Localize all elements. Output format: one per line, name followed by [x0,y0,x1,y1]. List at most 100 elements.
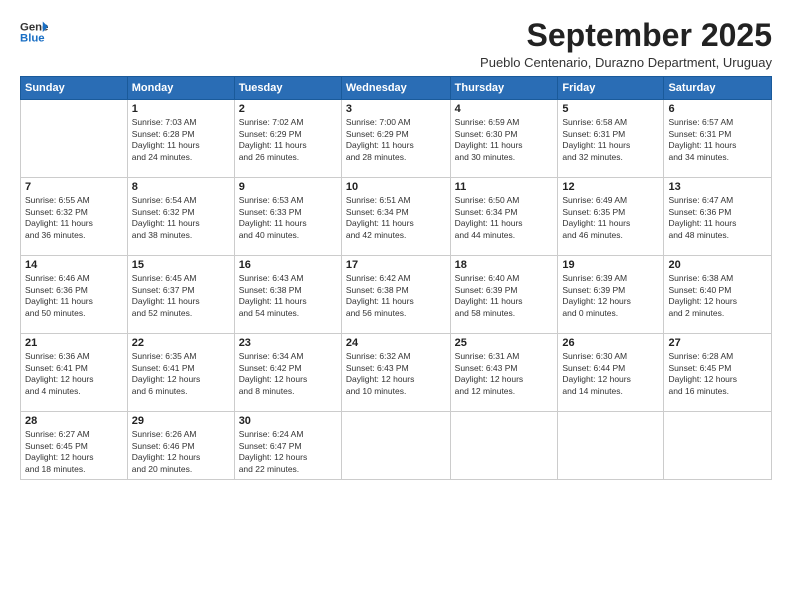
table-row: 4 Sunrise: 6:59 AM Sunset: 6:30 PM Daylig… [450,100,558,178]
day-number: 27 [668,337,767,349]
day-number: 15 [132,259,230,271]
day-number: 12 [562,181,659,193]
day-number: 8 [132,181,230,193]
table-row: 16 Sunrise: 6:43 AM Sunset: 6:38 PM Dayli… [234,256,341,334]
day-number: 22 [132,337,230,349]
day-number: 21 [25,337,123,349]
day-number: 1 [132,103,230,115]
day-info: Sunrise: 6:30 AM Sunset: 6:44 PM Dayligh… [562,351,659,397]
day-number: 10 [346,181,446,193]
day-number: 9 [239,181,337,193]
day-info: Sunrise: 6:58 AM Sunset: 6:31 PM Dayligh… [562,117,659,163]
week-row: 28 Sunrise: 6:27 AM Sunset: 6:45 PM Dayli… [21,412,772,480]
table-row: 9 Sunrise: 6:53 AM Sunset: 6:33 PM Daylig… [234,178,341,256]
table-row: 20Sunrise: 6:38 AM Sunset: 6:40 PM Dayli… [664,256,772,334]
day-info: Sunrise: 6:53 AM Sunset: 6:33 PM Dayligh… [239,195,337,241]
day-number: 28 [25,415,123,427]
table-row: 10 Sunrise: 6:51 AM Sunset: 6:34 PM Dayli… [341,178,450,256]
title-block: September 2025 Pueblo Centenario, Durazn… [480,18,772,70]
day-info: Sunrise: 6:24 AM Sunset: 6:47 PM Dayligh… [239,429,337,475]
table-row: 18Sunrise: 6:40 AM Sunset: 6:39 PM Dayli… [450,256,558,334]
table-row [341,412,450,480]
day-number: 18 [455,259,554,271]
day-info: Sunrise: 6:42 AM Sunset: 6:38 PM Dayligh… [346,273,446,319]
day-info: Sunrise: 6:28 AM Sunset: 6:45 PM Dayligh… [668,351,767,397]
day-info: Sunrise: 6:49 AM Sunset: 6:35 PM Dayligh… [562,195,659,241]
table-row: 21 Sunrise: 6:36 AM Sunset: 6:41 PM Dayli… [21,334,128,412]
day-number: 24 [346,337,446,349]
day-number: 3 [346,103,446,115]
day-number: 2 [239,103,337,115]
table-row [558,412,664,480]
day-number: 30 [239,415,337,427]
day-number: 23 [239,337,337,349]
day-number: 4 [455,103,554,115]
table-row: 14 Sunrise: 6:46 AM Sunset: 6:36 PM Dayli… [21,256,128,334]
day-info: Sunrise: 6:32 AM Sunset: 6:43 PM Dayligh… [346,351,446,397]
table-row: 5 Sunrise: 6:58 AM Sunset: 6:31 PM Daylig… [558,100,664,178]
day-info: Sunrise: 7:02 AM Sunset: 6:29 PM Dayligh… [239,117,337,163]
week-row: 1Sunrise: 7:03 AM Sunset: 6:28 PM Daylig… [21,100,772,178]
table-row: 24 Sunrise: 6:32 AM Sunset: 6:43 PM Dayli… [341,334,450,412]
col-tuesday: Tuesday [234,77,341,100]
table-row: 23 Sunrise: 6:34 AM Sunset: 6:42 PM Dayli… [234,334,341,412]
table-row: 28 Sunrise: 6:27 AM Sunset: 6:45 PM Dayli… [21,412,128,480]
day-info: Sunrise: 6:47 AM Sunset: 6:36 PM Dayligh… [668,195,767,241]
week-row: 21 Sunrise: 6:36 AM Sunset: 6:41 PM Dayli… [21,334,772,412]
day-number: 26 [562,337,659,349]
table-row: 2 Sunrise: 7:02 AM Sunset: 6:29 PM Daylig… [234,100,341,178]
day-info: Sunrise: 6:55 AM Sunset: 6:32 PM Dayligh… [25,195,123,241]
day-info: Sunrise: 6:34 AM Sunset: 6:42 PM Dayligh… [239,351,337,397]
calendar-table: Sunday Monday Tuesday Wednesday Thursday… [20,76,772,480]
col-sunday: Sunday [21,77,128,100]
table-row: 27 Sunrise: 6:28 AM Sunset: 6:45 PM Dayli… [664,334,772,412]
table-row: 19 Sunrise: 6:39 AM Sunset: 6:39 PM Dayli… [558,256,664,334]
header: General Blue September 2025 Pueblo Cente… [20,18,772,70]
day-number: 19 [562,259,659,271]
day-number: 7 [25,181,123,193]
col-wednesday: Wednesday [341,77,450,100]
day-info: Sunrise: 6:26 AM Sunset: 6:46 PM Dayligh… [132,429,230,475]
table-row: 22 Sunrise: 6:35 AM Sunset: 6:41 PM Dayli… [127,334,234,412]
day-info: Sunrise: 6:39 AM Sunset: 6:39 PM Dayligh… [562,273,659,319]
day-info: Sunrise: 6:46 AM Sunset: 6:36 PM Dayligh… [25,273,123,319]
table-row: 6 Sunrise: 6:57 AM Sunset: 6:31 PM Daylig… [664,100,772,178]
table-row: 13 Sunrise: 6:47 AM Sunset: 6:36 PM Dayli… [664,178,772,256]
day-number: 20 [668,259,767,271]
day-info: Sunrise: 7:00 AM Sunset: 6:29 PM Dayligh… [346,117,446,163]
table-row [664,412,772,480]
table-row [450,412,558,480]
table-row: 1Sunrise: 7:03 AM Sunset: 6:28 PM Daylig… [127,100,234,178]
day-info: Sunrise: 6:54 AM Sunset: 6:32 PM Dayligh… [132,195,230,241]
table-row: 8 Sunrise: 6:54 AM Sunset: 6:32 PM Daylig… [127,178,234,256]
day-info: Sunrise: 6:50 AM Sunset: 6:34 PM Dayligh… [455,195,554,241]
table-row: 29Sunrise: 6:26 AM Sunset: 6:46 PM Dayli… [127,412,234,480]
logo-icon: General Blue [20,18,48,46]
subtitle: Pueblo Centenario, Durazno Department, U… [480,55,772,70]
day-info: Sunrise: 6:35 AM Sunset: 6:41 PM Dayligh… [132,351,230,397]
day-info: Sunrise: 6:27 AM Sunset: 6:45 PM Dayligh… [25,429,123,475]
table-row: 30 Sunrise: 6:24 AM Sunset: 6:47 PM Dayli… [234,412,341,480]
day-info: Sunrise: 6:43 AM Sunset: 6:38 PM Dayligh… [239,273,337,319]
day-number: 14 [25,259,123,271]
day-number: 16 [239,259,337,271]
logo: General Blue [20,18,48,46]
day-number: 5 [562,103,659,115]
week-row: 14 Sunrise: 6:46 AM Sunset: 6:36 PM Dayli… [21,256,772,334]
day-number: 6 [668,103,767,115]
table-row: 26 Sunrise: 6:30 AM Sunset: 6:44 PM Dayli… [558,334,664,412]
day-number: 25 [455,337,554,349]
col-thursday: Thursday [450,77,558,100]
day-info: Sunrise: 6:51 AM Sunset: 6:34 PM Dayligh… [346,195,446,241]
day-info: Sunrise: 6:59 AM Sunset: 6:30 PM Dayligh… [455,117,554,163]
table-row: 25Sunrise: 6:31 AM Sunset: 6:43 PM Dayli… [450,334,558,412]
col-monday: Monday [127,77,234,100]
day-number: 17 [346,259,446,271]
day-info: Sunrise: 6:57 AM Sunset: 6:31 PM Dayligh… [668,117,767,163]
day-number: 11 [455,181,554,193]
col-friday: Friday [558,77,664,100]
table-row: 3 Sunrise: 7:00 AM Sunset: 6:29 PM Daylig… [341,100,450,178]
table-row: 11 Sunrise: 6:50 AM Sunset: 6:34 PM Dayli… [450,178,558,256]
day-number: 13 [668,181,767,193]
day-info: Sunrise: 6:36 AM Sunset: 6:41 PM Dayligh… [25,351,123,397]
